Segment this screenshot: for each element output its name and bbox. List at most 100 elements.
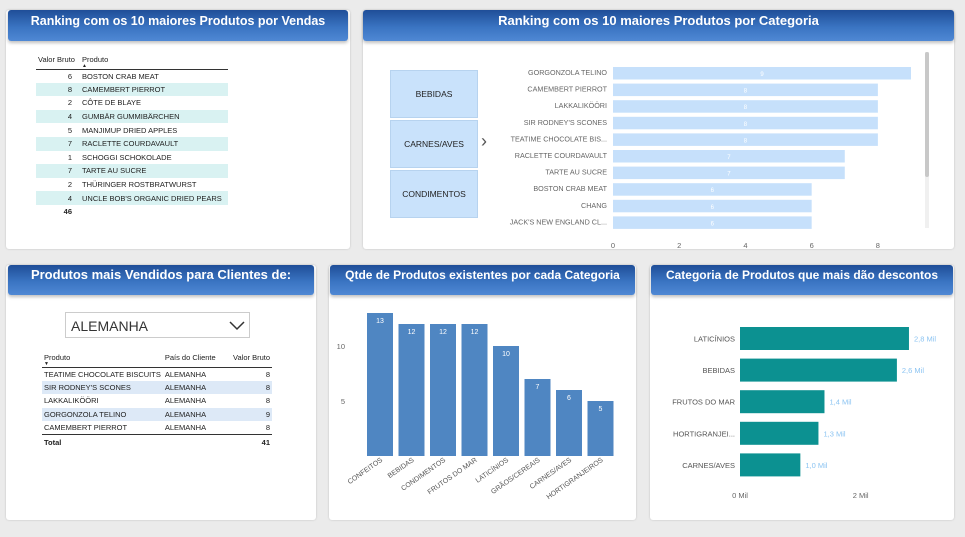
table-row[interactable]: 2 CÔTE DE BLAYE <box>36 96 228 110</box>
produto-cell: SCHOGGI SCHOKOLADE <box>82 152 172 162</box>
category-label: HORTIGRANJEIROS <box>546 457 605 501</box>
x-tick-label: 6 <box>810 241 814 248</box>
categoria-slicer: BEBIDAS CARNES/AVES CONDIMENTOS <box>390 70 478 220</box>
total-value: 41 <box>261 437 270 447</box>
table-row[interactable]: CAMEMBERT PIERROT ALEMANHA 8 <box>42 421 272 435</box>
category-label: RACLETTE COURDAVAULT <box>515 151 608 160</box>
y-tick-label: 5 <box>341 397 345 406</box>
x-tick-label: 2 Mil <box>853 491 869 500</box>
table-row[interactable]: 5 MANJIMUP DRIED APPLES <box>36 123 228 137</box>
col-valor-header[interactable]: Valor Bruto <box>225 353 272 367</box>
table-row[interactable]: TEATIME CHOCOLATE BISCUITS ALEMANHA 8 <box>42 367 272 381</box>
valor-cell: 9 <box>265 410 270 420</box>
data-label: 12 <box>439 329 447 336</box>
table-row[interactable]: GORGONZOLA TELINO ALEMANHA 9 <box>42 407 272 422</box>
valor-cell: 8 <box>265 369 270 379</box>
valor-cell: 2 <box>67 180 72 190</box>
data-label: 5 <box>599 406 603 413</box>
clientes-panel: Produtos mais Vendidos para Clientes de:… <box>6 265 316 520</box>
slicer-item[interactable]: BEBIDAS <box>390 70 478 118</box>
data-label: 12 <box>408 329 416 336</box>
data-label: 1,0 Mil <box>805 461 827 470</box>
chevron-right-icon[interactable]: › <box>481 131 487 152</box>
table-row[interactable]: 2 THÜRINGER ROSTBRATWURST <box>36 178 228 192</box>
bar[interactable] <box>740 453 801 477</box>
pais-cell: ALEMANHA <box>164 423 207 433</box>
slicer-item[interactable]: CARNES/AVES <box>390 120 478 168</box>
slicer-item[interactable]: CONDIMENTOS <box>390 170 478 218</box>
vendas-table: Valor Bruto Produto ▲ 6 BOSTON CRAB MEAT 8 C… <box>36 55 228 219</box>
data-label: 2,6 Mil <box>902 366 924 375</box>
data-label: 7 <box>536 384 540 391</box>
x-tick-label: 0 Mil <box>732 491 748 500</box>
bar[interactable] <box>740 358 897 382</box>
col-produto-header[interactable]: Produto ▼ <box>42 353 163 367</box>
clientes-title: Produtos mais Vendidos para Clientes de: <box>8 265 314 295</box>
category-label: CAMEMBERT PIERROT <box>527 85 607 94</box>
chevron-down-icon <box>229 321 245 331</box>
data-label: 6 <box>567 395 571 402</box>
table-row[interactable]: LAKKALIKÖÖRI ALEMANHA 8 <box>42 394 272 408</box>
total-label: Total <box>44 437 62 447</box>
category-label: FRUTOS DO MAR <box>672 398 735 407</box>
vendas-total: 46 <box>63 207 72 217</box>
valor-cell: 5 <box>67 125 72 135</box>
bar[interactable] <box>461 324 488 456</box>
bar[interactable] <box>740 421 819 445</box>
bar[interactable] <box>430 324 456 456</box>
category-label: CHANG <box>581 201 607 210</box>
category-label: CONFEITOS <box>347 457 385 486</box>
table-row[interactable]: 4 UNCLE BOB'S ORGANIC DRIED PEARS <box>36 191 228 205</box>
scrollbar[interactable] <box>925 52 929 228</box>
category-label: BOSTON CRAB MEAT <box>533 184 607 193</box>
pais-dropdown[interactable]: ALEMANHA <box>65 312 250 338</box>
table-row[interactable]: 7 RACLETTE COURDAVAULT <box>36 136 228 151</box>
data-label: 12 <box>471 329 479 336</box>
data-label: 10 <box>502 351 510 358</box>
category-label: TEATIME CHOCOLATE BIS... <box>511 134 607 143</box>
category-label: CARNES/AVES <box>682 461 735 470</box>
descontos-bar-chart: 0 Mil 2 Mil LATICÍNIOS 2,8 Mil BEBIDAS 2,6 Mi… <box>672 327 936 500</box>
valor-cell: 8 <box>265 382 270 392</box>
data-label: 1,3 Mil <box>823 429 845 438</box>
produto-cell: MANJIMUP DRIED APPLES <box>82 125 178 135</box>
col-pais-header[interactable]: País do Cliente <box>163 353 226 367</box>
valor-cell: 4 <box>67 112 72 122</box>
bar[interactable] <box>367 313 393 456</box>
valor-cell: 6 <box>67 71 72 81</box>
category-label: SIR RODNEY'S SCONES <box>524 118 607 127</box>
pais-cell: ALEMANHA <box>164 396 207 406</box>
qtde-bar-chart: 51013CONFEITOS12BEBIDAS12CONDIMENTOS12FR… <box>337 313 614 501</box>
table-row[interactable]: SIR RODNEY'S SCONES ALEMANHA 8 <box>42 380 272 395</box>
category-label: JACK'S NEW ENGLAND CL... <box>510 217 607 226</box>
produto-cell: CAMEMBERT PIERROT <box>44 423 128 433</box>
sort-down-icon: ▼ <box>44 361 49 367</box>
valor-cell: 8 <box>265 396 270 406</box>
category-label: LATICÍNIOS <box>694 335 735 344</box>
table-row[interactable]: 6 BOSTON CRAB MEAT <box>36 69 228 83</box>
bar[interactable] <box>493 346 519 456</box>
x-tick-label: 0 <box>611 241 615 248</box>
scrollbar-thumb[interactable] <box>925 52 929 177</box>
produto-cell: CAMEMBERT PIERROT <box>82 84 166 94</box>
valor-cell: 1 <box>67 152 72 162</box>
categoria-bar-chart: 0 2 4 6 8GORGONZOLA TELINO 9CAMEMBERT PIERROT… <box>510 67 911 248</box>
x-tick-label: 2 <box>677 241 681 248</box>
categoria-panel: Ranking com os 10 maiores Produtos por C… <box>363 10 954 249</box>
category-label: BEBIDAS <box>702 366 735 375</box>
table-row[interactable]: 4 GUMBÄR GUMMIBÄRCHEN <box>36 109 228 124</box>
category-label: TARTE AU SUCRE <box>545 168 607 177</box>
table-row[interactable]: 1 SCHOGGI SCHOKOLADE <box>36 151 228 165</box>
data-label: 13 <box>376 318 384 325</box>
bar[interactable] <box>398 324 425 456</box>
col-produto-header[interactable]: Produto ▲ <box>80 55 228 69</box>
bar[interactable] <box>740 327 909 350</box>
col-valor-header[interactable]: Valor Bruto <box>36 55 80 69</box>
bar[interactable] <box>740 390 825 414</box>
category-label: GORGONZOLA TELINO <box>528 68 607 77</box>
table-row[interactable]: 7 TARTE AU SUCRE <box>36 164 228 178</box>
pais-cell: ALEMANHA <box>164 382 207 392</box>
produto-cell: SIR RODNEY'S SCONES <box>44 382 131 392</box>
data-label: 1,4 Mil <box>829 398 851 407</box>
table-row[interactable]: 8 CAMEMBERT PIERROT <box>36 82 228 97</box>
